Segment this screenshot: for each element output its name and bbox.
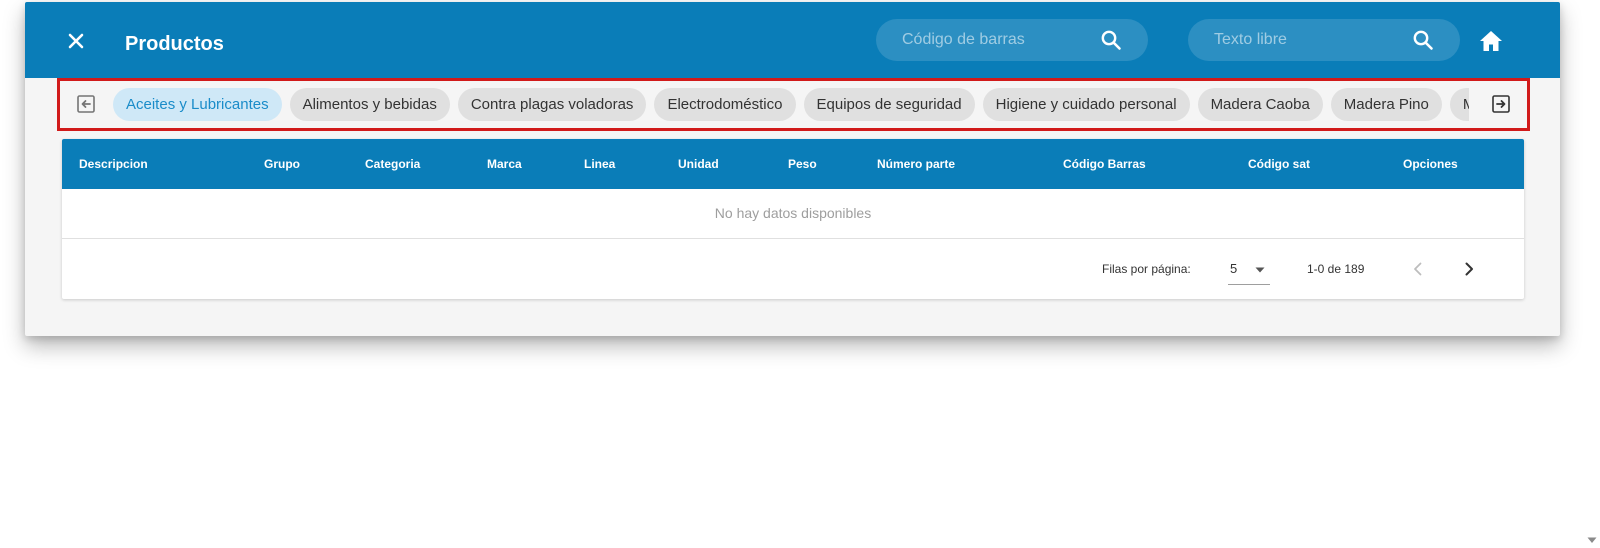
column-header[interactable]: Grupo [264, 139, 300, 189]
empty-message: No hay datos disponibles [62, 189, 1524, 239]
close-button[interactable] [61, 26, 91, 56]
barcode-search-input[interactable] [900, 19, 1080, 61]
chip-list: Aceites y Lubricantes Alimentos y bebidas… [113, 88, 1469, 121]
page-range: 1-0 de 189 [1307, 262, 1365, 276]
caret-down-icon [1255, 267, 1265, 273]
scroll-down-icon[interactable] [1586, 534, 1598, 546]
column-header[interactable]: Número parte [877, 139, 955, 189]
arrow-left-box-icon[interactable] [76, 94, 96, 114]
arrow-right-box-icon[interactable] [1491, 94, 1511, 114]
products-table: Descripcion Grupo Categoria Marca Linea Unida… [62, 139, 1524, 299]
search-icon[interactable] [1100, 29, 1122, 51]
home-button[interactable] [1478, 29, 1504, 53]
text-search-box [1188, 19, 1460, 61]
column-header[interactable]: Unidad [678, 139, 719, 189]
column-header[interactable]: Peso [788, 139, 817, 189]
category-chip[interactable]: Madera Pino [1330, 88, 1442, 121]
table-footer: Filas por página: 5 1-0 de 189 [62, 239, 1524, 299]
rows-per-page-value: 5 [1230, 261, 1238, 276]
category-chip[interactable]: Equipos de seguridad [803, 88, 975, 121]
category-chip-bar: Aceites y Lubricantes Alimentos y bebidas… [57, 78, 1530, 131]
category-chip[interactable]: Electrodoméstico [654, 88, 796, 121]
category-chip[interactable]: Contra plagas voladoras [457, 88, 647, 121]
column-header[interactable]: Descripcion [79, 139, 148, 189]
category-chip[interactable]: Madera [1449, 88, 1469, 121]
column-header[interactable]: Código Barras [1063, 139, 1146, 189]
toolbar: Productos [25, 2, 1560, 78]
search-icon[interactable] [1412, 29, 1434, 51]
category-chip[interactable]: Higiene y cuidado personal [982, 88, 1190, 121]
table-header: Descripcion Grupo Categoria Marca Linea Unida… [62, 139, 1524, 189]
products-dialog: Productos Aceites y Lubr [25, 2, 1560, 336]
close-icon [68, 33, 84, 49]
chevron-left-icon[interactable] [1406, 257, 1430, 281]
category-chip[interactable]: Madera Caoba [1197, 88, 1323, 121]
column-header[interactable]: Linea [584, 139, 615, 189]
column-header[interactable]: Marca [487, 139, 522, 189]
page-title: Productos [125, 33, 224, 55]
column-header[interactable]: Categoria [365, 139, 420, 189]
column-header[interactable]: Código sat [1248, 139, 1310, 189]
chips-viewport: Aceites y Lubricantes Alimentos y bebidas… [113, 88, 1469, 122]
home-icon [1480, 31, 1502, 51]
rows-per-page-select[interactable]: 5 [1228, 253, 1270, 285]
text-search-input[interactable] [1212, 19, 1392, 61]
rows-per-page-label: Filas por página: [1102, 262, 1191, 276]
chevron-right-icon[interactable] [1457, 257, 1481, 281]
category-chip[interactable]: Alimentos y bebidas [289, 88, 450, 121]
barcode-search-box [876, 19, 1148, 61]
column-header[interactable]: Opciones [1403, 139, 1458, 189]
category-chip[interactable]: Aceites y Lubricantes [113, 88, 282, 121]
